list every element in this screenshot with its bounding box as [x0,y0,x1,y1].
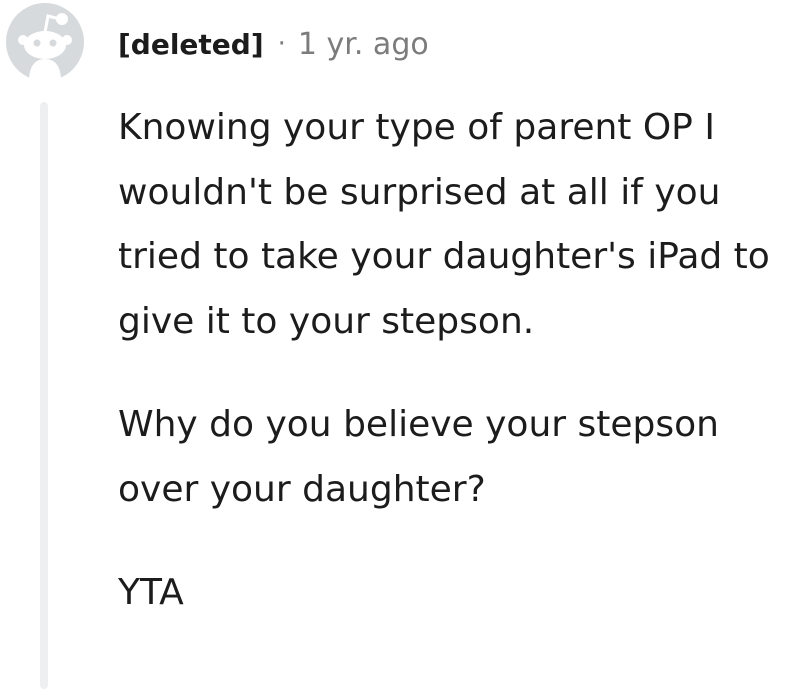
thread-line[interactable] [40,102,48,689]
comment-paragraph: Knowing your type of parent OP I wouldn'… [118,107,770,342]
timestamp[interactable]: 1 yr. ago [298,27,429,62]
comment-paragraph: YTA [118,572,184,613]
comment-meta: [deleted] · 1 yr. ago [118,22,429,66]
avatar[interactable] [6,3,84,81]
meta-separator: · [277,29,286,59]
author-name[interactable]: [deleted] [118,28,264,61]
comment: [deleted] · 1 yr. ago Knowing your type … [0,0,798,689]
comment-paragraph: Why do you believe your stepson over you… [118,404,719,510]
snoo-avatar-icon [6,3,84,81]
comment-body: Knowing your type of parent OP I wouldn'… [118,96,788,626]
